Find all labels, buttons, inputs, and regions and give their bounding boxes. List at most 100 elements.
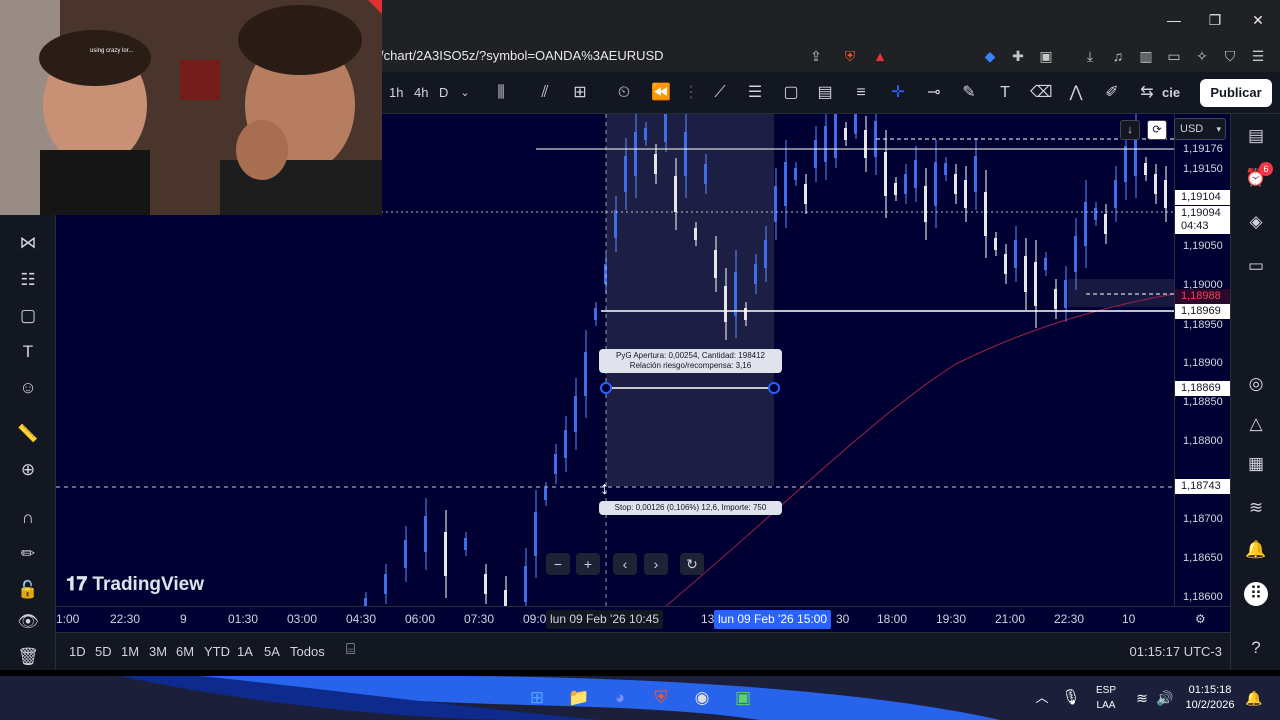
- reset-chart-button[interactable]: ↻: [680, 553, 704, 575]
- minimize-icon[interactable]: —: [1164, 10, 1184, 30]
- wallet-icon[interactable]: ▭: [1164, 46, 1184, 66]
- layers-icon[interactable]: ◈: [1244, 210, 1268, 234]
- tray-chevron-icon[interactable]: ︿: [1030, 686, 1054, 710]
- zoom-out-button[interactable]: −: [546, 553, 570, 575]
- share-icon[interactable]: ⇪: [806, 46, 826, 66]
- language-bottom[interactable]: LAA: [1090, 700, 1122, 711]
- crosshair-icon[interactable]: ✛: [887, 82, 909, 104]
- zoom-in-button[interactable]: +: [576, 553, 600, 575]
- trash-icon[interactable]: 🗑: [16, 645, 40, 669]
- text-tool-icon[interactable]: T: [16, 340, 40, 364]
- sidebar-icon[interactable]: ▥: [1136, 46, 1156, 66]
- replay-icon[interactable]: ⏪: [650, 82, 672, 104]
- eraser-icon[interactable]: ⌫: [1030, 82, 1053, 104]
- chart-sync-icon[interactable]: ⟳: [1147, 120, 1167, 140]
- taskbar-time[interactable]: 01:15:18: [1180, 684, 1240, 696]
- text-icon[interactable]: T: [994, 82, 1016, 104]
- range-6m[interactable]: 6M: [176, 644, 194, 659]
- indicators-icon[interactable]: ⫽: [534, 82, 556, 104]
- watchlist-icon[interactable]: ▤: [1244, 124, 1268, 148]
- chevron-down-icon[interactable]: ⌄: [454, 82, 476, 104]
- vpn-icon[interactable]: ⛉: [1220, 46, 1240, 66]
- close-icon[interactable]: ✕: [1248, 10, 1268, 30]
- time-axis[interactable]: 1:00 22:30 9 01:30 03:00 04:30 06:00 07:…: [56, 606, 1230, 632]
- shape-tool-icon[interactable]: ▢: [16, 304, 40, 328]
- timeframe-1h[interactable]: 1h: [389, 85, 403, 100]
- date-range-icon[interactable]: ⌸: [346, 641, 355, 658]
- notification-bell-icon[interactable]: 🔔: [1242, 686, 1266, 710]
- file-explorer-icon[interactable]: 📁: [567, 686, 591, 710]
- line-tool-icon[interactable]: ⇆: [1136, 82, 1158, 104]
- path-icon[interactable]: ⋀: [1065, 82, 1087, 104]
- range-1a[interactable]: 1A: [237, 644, 253, 659]
- microphone-icon[interactable]: 🎙: [1059, 686, 1083, 710]
- help-icon[interactable]: ?: [1244, 636, 1268, 660]
- alert-icon[interactable]: ⏲: [613, 82, 635, 104]
- scroll-left-button[interactable]: ‹: [613, 553, 637, 575]
- menu-icon[interactable]: ☰: [1248, 46, 1268, 66]
- position-icon[interactable]: ▤: [814, 82, 836, 104]
- stream-icon[interactable]: ≋: [1244, 496, 1268, 520]
- fib-tool-icon[interactable]: ☷: [16, 268, 40, 292]
- pattern-triangle-icon[interactable]: △: [1244, 412, 1268, 436]
- android-icon[interactable]: ▣: [731, 686, 755, 710]
- speedometer-icon[interactable]: ◎: [1244, 372, 1268, 396]
- range-3m[interactable]: 3M: [149, 644, 167, 659]
- range-ytd[interactable]: YTD: [204, 644, 230, 659]
- magnet-icon[interactable]: ∩: [16, 506, 40, 530]
- rectangle-icon[interactable]: ▢: [780, 82, 802, 104]
- range-todos[interactable]: Todos: [290, 644, 325, 659]
- volume-icon[interactable]: 🔊: [1153, 686, 1177, 710]
- price-scale[interactable]: 1,19176 1,19150 1,19104 1,19094 04:43 1,…: [1174, 114, 1230, 606]
- range-5a[interactable]: 5A: [264, 644, 280, 659]
- chart-clock[interactable]: 01:15:17 UTC-3: [1130, 644, 1223, 659]
- apps-grid-icon[interactable]: ⠿: [1244, 582, 1268, 606]
- lock-icon[interactable]: 🔓: [16, 578, 40, 602]
- maximize-icon[interactable]: ❐: [1205, 10, 1225, 30]
- extension-icon[interactable]: ◆: [980, 46, 1000, 66]
- fib-icon[interactable]: ☰: [744, 82, 766, 104]
- emoji-icon[interactable]: ☺: [16, 376, 40, 400]
- download-icon[interactable]: ⤓: [1080, 46, 1100, 66]
- timeframe-d[interactable]: D: [439, 85, 448, 100]
- brave-browser-icon[interactable]: ⛨: [649, 686, 673, 710]
- timeframe-4h[interactable]: 4h: [414, 85, 428, 100]
- partial-label[interactable]: cie: [1162, 85, 1180, 100]
- trendline-icon[interactable]: ⟋: [709, 82, 731, 104]
- publish-button[interactable]: Publicar: [1200, 79, 1272, 107]
- calendar-icon[interactable]: ▦: [1244, 452, 1268, 476]
- obs-icon[interactable]: ◉: [690, 686, 714, 710]
- range-1d[interactable]: 1D: [69, 644, 86, 659]
- chart-download-icon[interactable]: ↓: [1120, 120, 1140, 140]
- windows-start-icon[interactable]: ⊞: [525, 686, 549, 710]
- screenshot-icon[interactable]: ▣: [1036, 46, 1056, 66]
- language-top[interactable]: ESP: [1090, 685, 1122, 696]
- currency-select[interactable]: USD ▾: [1174, 118, 1226, 140]
- leo-icon[interactable]: ✧: [1192, 46, 1212, 66]
- ruler-icon[interactable]: 📏: [16, 422, 40, 446]
- zoom-icon[interactable]: ⊕: [16, 458, 40, 482]
- bar-style-icon[interactable]: ⫼: [490, 82, 512, 104]
- brave-rewards-icon[interactable]: ▲: [870, 46, 890, 66]
- pattern-icon[interactable]: ≡: [850, 82, 872, 104]
- chat-icon[interactable]: ▭: [1244, 254, 1268, 278]
- bell-icon[interactable]: 🔔: [1244, 538, 1268, 562]
- brush-icon[interactable]: ✎: [958, 82, 980, 104]
- pattern-tool-icon[interactable]: ⋈: [16, 231, 40, 255]
- settings-gear-icon[interactable]: ⚙: [1195, 612, 1206, 626]
- scroll-right-button[interactable]: ›: [644, 553, 668, 575]
- taskbar-date[interactable]: 10/2/2026: [1180, 699, 1240, 711]
- range-5d[interactable]: 5D: [95, 644, 112, 659]
- range-1m[interactable]: 1M: [121, 644, 139, 659]
- music-icon[interactable]: ♫: [1108, 46, 1128, 66]
- pen-icon[interactable]: ✐: [1101, 82, 1123, 104]
- puzzle-icon[interactable]: ✚: [1008, 46, 1028, 66]
- wifi-icon[interactable]: ≋: [1130, 686, 1154, 710]
- eye-icon[interactable]: 👁: [16, 610, 40, 634]
- horizontal-line-icon[interactable]: ⊸: [923, 82, 945, 104]
- drawing-mode-icon[interactable]: ✏: [16, 542, 40, 566]
- layout-icon[interactable]: ⊞: [569, 82, 591, 104]
- url-text[interactable]: /chart/2A3ISO5z/?symbol=OANDA%3AEURUSD: [380, 48, 664, 63]
- brave-shield-icon[interactable]: ⛨: [840, 46, 860, 66]
- discord-icon[interactable]: ◕: [608, 686, 632, 710]
